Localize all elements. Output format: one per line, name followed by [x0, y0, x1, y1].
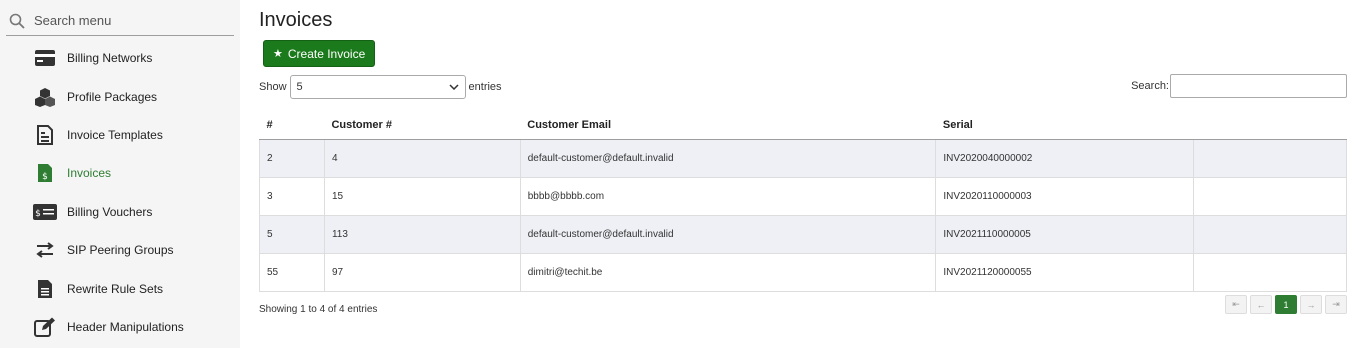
search-input[interactable]: [1170, 74, 1347, 98]
pagination: ⇤ ← 1 → ⇥: [1225, 295, 1347, 314]
sidebar-item-rewrite-rule-sets[interactable]: Rewrite Rule Sets: [0, 270, 240, 308]
table-header-row: # Customer # Customer Email Serial: [259, 111, 1347, 140]
last-page-button[interactable]: ⇥: [1325, 295, 1347, 314]
table-cell: 5: [259, 214, 325, 254]
table-cell: 4: [323, 138, 521, 178]
table-cell: 3: [259, 176, 325, 216]
entries-select-value: 5: [296, 81, 303, 93]
table-row[interactable]: 55 97 dimitri@techit.be INV2021120000055: [259, 252, 1347, 292]
rewrite-rule-sets-icon: [33, 277, 57, 301]
table-row[interactable]: 2 4 default-customer@default.invalid INV…: [259, 138, 1347, 178]
table-info: Showing 1 to 4 of 4 entries: [259, 304, 378, 315]
svg-text:$: $: [42, 172, 48, 182]
invoice-templates-icon: [33, 123, 57, 147]
sidebar-item-sip-peering-groups[interactable]: SIP Peering Groups: [0, 231, 240, 269]
sidebar-item-invoices[interactable]: $ Invoices: [0, 154, 240, 192]
billing-vouchers-icon: $: [33, 200, 57, 224]
sidebar: Search menu Billing Networks Profile Pac…: [0, 0, 240, 348]
sidebar-item-header-manipulations[interactable]: Header Manipulations: [0, 308, 240, 346]
create-invoice-label: Create Invoice: [287, 46, 366, 61]
table-cell: [1193, 176, 1347, 216]
previous-page-button[interactable]: ←: [1250, 295, 1272, 314]
sidebar-item-invoice-templates[interactable]: Invoice Templates: [0, 116, 240, 154]
table-cell: 55: [259, 252, 325, 292]
sidebar-item-label: Profile Packages: [67, 90, 158, 104]
create-invoice-button[interactable]: ★ Create Invoice: [263, 40, 376, 67]
sidebar-item-label: Billing Vouchers: [67, 205, 153, 219]
table-cell: INV2020040000002: [935, 138, 1195, 178]
table-cell: INV2020110000003: [935, 176, 1195, 216]
table-cell: default-customer@default.invalid: [519, 138, 937, 178]
table-cell: bbbb@bbbb.com: [519, 176, 937, 216]
invoices-table: # Customer # Customer Email Serial 2 4 d…: [259, 111, 1347, 292]
column-header[interactable]: Serial: [935, 111, 1194, 140]
sidebar-item-profile-packages[interactable]: Profile Packages: [0, 78, 240, 116]
column-header[interactable]: #: [259, 111, 325, 140]
sidebar-item-label: SIP Peering Groups: [67, 243, 174, 257]
table-cell: default-customer@default.invalid: [519, 214, 937, 254]
column-header: [1193, 111, 1347, 140]
profile-packages-icon: [33, 85, 57, 109]
show-label: Show: [259, 81, 287, 93]
entries-select[interactable]: 5: [289, 75, 466, 99]
sidebar-item-label: Rewrite Rule Sets: [67, 282, 164, 296]
entries-label: entries: [468, 81, 502, 93]
column-header[interactable]: Customer Email: [520, 111, 936, 140]
billing-networks-icon: [33, 46, 57, 70]
invoices-icon: $: [33, 161, 57, 185]
table-cell: [1193, 252, 1347, 292]
sidebar-item-label: Invoices: [67, 166, 112, 180]
search-label: Search:: [1131, 80, 1169, 92]
table-cell: [1193, 214, 1347, 254]
chevron-down-icon: [449, 84, 459, 90]
table-row[interactable]: 5 113 default-customer@default.invalid I…: [259, 214, 1347, 254]
next-page-button[interactable]: →: [1300, 295, 1322, 314]
table-cell: 97: [323, 252, 521, 292]
search-icon: [9, 13, 25, 29]
sidebar-item-label: Header Manipulations: [67, 320, 184, 334]
table-cell: 15: [323, 176, 521, 216]
page-1-button[interactable]: 1: [1275, 295, 1297, 314]
edit-icon: [33, 315, 57, 339]
table-cell: INV2021120000055: [935, 252, 1195, 292]
column-header[interactable]: Customer #: [324, 111, 521, 140]
search-menu[interactable]: Search menu: [6, 6, 234, 36]
table-cell: INV2021110000005: [935, 214, 1195, 254]
page-title: Invoices: [259, 9, 333, 31]
table-cell: 113: [323, 214, 521, 254]
star-icon: ★: [273, 48, 283, 60]
first-page-button[interactable]: ⇤: [1225, 295, 1247, 314]
search-menu-placeholder: Search menu: [34, 13, 112, 28]
sidebar-item-label: Billing Networks: [67, 51, 153, 65]
table-cell: dimitri@techit.be: [519, 252, 937, 292]
table-cell: 2: [259, 138, 325, 178]
exchange-arrows-icon: [33, 238, 57, 262]
show-entries: Show 5 entries: [259, 75, 502, 99]
table-row[interactable]: 3 15 bbbb@bbbb.com INV2020110000003: [259, 176, 1347, 216]
table-search: Search:: [1131, 74, 1347, 98]
table-cell: [1193, 138, 1347, 178]
svg-text:$: $: [35, 209, 41, 219]
sidebar-item-billing-networks[interactable]: Billing Networks: [0, 39, 240, 77]
sidebar-item-billing-vouchers[interactable]: $ Billing Vouchers: [0, 193, 240, 231]
sidebar-item-label: Invoice Templates: [67, 128, 163, 142]
